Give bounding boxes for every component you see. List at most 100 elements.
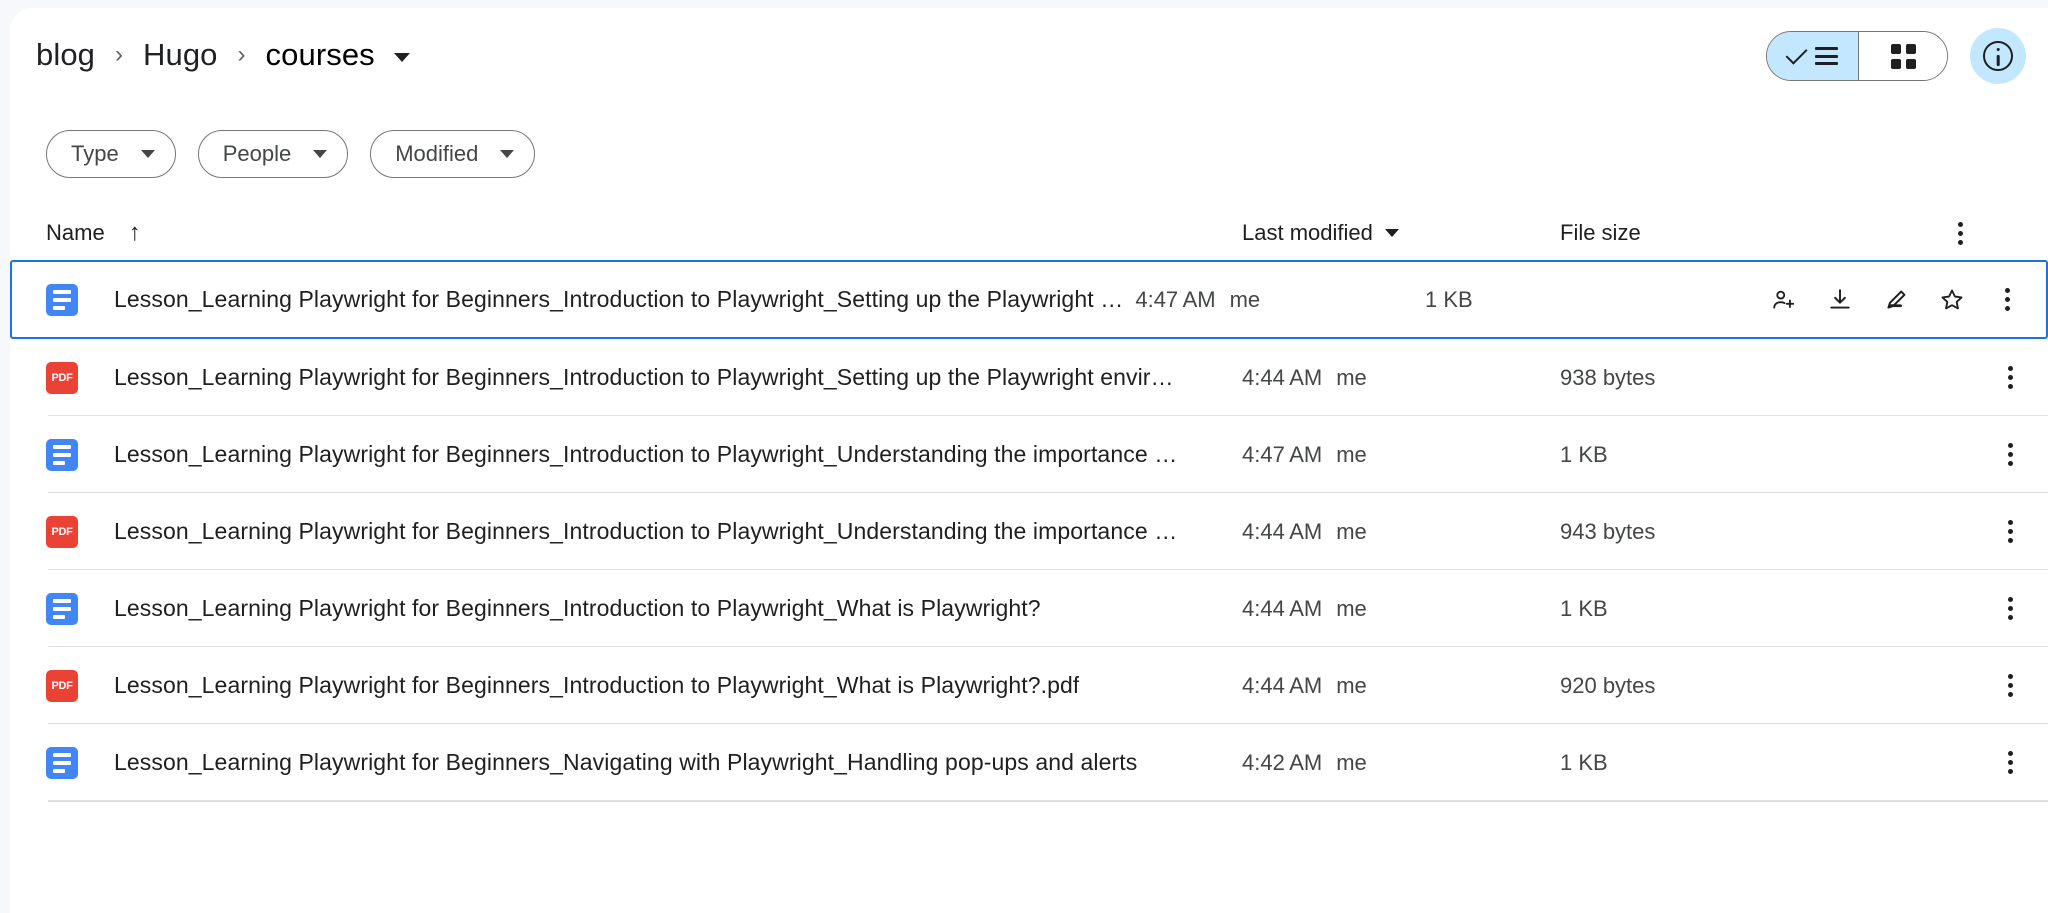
- grid-view-button[interactable]: [1859, 32, 1947, 80]
- file-name-cell[interactable]: PDF Lesson_Learning Playwright for Beginn…: [46, 515, 1242, 548]
- modified-by: me: [1229, 286, 1261, 312]
- table-row[interactable]: Lesson_Learning Playwright for Beginners…: [10, 570, 2048, 647]
- breadcrumb-item-current[interactable]: courses: [260, 35, 381, 75]
- google-docs-icon: [46, 746, 78, 779]
- table-row[interactable]: Lesson_Learning Playwright for Beginners…: [10, 416, 2048, 493]
- file-name-cell[interactable]: Lesson_Learning Playwright for Beginners…: [46, 746, 1242, 779]
- last-modified-cell: 4:47 AM me: [1135, 287, 1425, 313]
- check-icon: [1785, 42, 1808, 65]
- details-info-button[interactable]: [1970, 28, 2026, 84]
- file-size-cell: 1 KB: [1560, 595, 1608, 621]
- table-row[interactable]: PDF Lesson_Learning Playwright for Beginn…: [10, 339, 2048, 416]
- file-size-cell: 1 KB: [1424, 286, 1473, 312]
- chevron-down-icon: [500, 150, 515, 158]
- modified-by: me: [1336, 749, 1367, 775]
- google-docs-icon: [46, 438, 78, 471]
- modified-by: me: [1336, 518, 1367, 544]
- file-name-cell[interactable]: PDF Lesson_Learning Playwright for Beginn…: [46, 361, 1242, 394]
- row-menu-cell: [1930, 433, 2048, 477]
- modified-time: 4:44 AM: [1242, 518, 1323, 544]
- file-name-label: Lesson_Learning Playwright for Beginners…: [114, 672, 1080, 698]
- file-name-label: Lesson_Learning Playwright for Beginners…: [114, 518, 1178, 544]
- file-size-cell: 943 bytes: [1560, 518, 1656, 544]
- row-menu-cell: [1930, 510, 2048, 554]
- more-vertical-icon[interactable]: [1938, 211, 1982, 255]
- row-more-button[interactable]: [1986, 278, 2030, 322]
- more-vertical-icon: [1988, 356, 2032, 400]
- column-header-file-size[interactable]: File size: [1560, 220, 1930, 246]
- file-name-label: Lesson_Learning Playwright for Beginners…: [114, 286, 1136, 312]
- column-header-label: Last modified: [1242, 220, 1373, 245]
- last-modified-cell: 4:42 AM me: [1242, 750, 1560, 776]
- modified-time: 4:44 AM: [1242, 672, 1323, 698]
- file-size-cell: 938 bytes: [1560, 364, 1656, 390]
- row-share-button[interactable]: [1762, 278, 1806, 322]
- filter-chip-modified[interactable]: Modified: [370, 130, 536, 178]
- column-header-label: File size: [1560, 220, 1641, 245]
- table-row[interactable]: PDF Lesson_Learning Playwright for Beginn…: [10, 647, 2048, 724]
- row-menu-cell: [1930, 356, 2048, 400]
- column-header-name[interactable]: Name ↑: [46, 220, 1242, 246]
- table-row[interactable]: Lesson_Learning Playwright for Beginners…: [10, 724, 2048, 801]
- filter-chip-people[interactable]: People: [197, 130, 349, 178]
- filter-chip-label: People: [222, 141, 292, 166]
- modified-time: 4:47 AM: [1242, 441, 1323, 467]
- chevron-down-icon: [140, 150, 155, 158]
- row-menu-cell: [1930, 741, 2048, 785]
- table-row[interactable]: Lesson_Learning Playwright for Beginners…: [10, 260, 2048, 339]
- content-card: blog › Hugo › courses Type People Modifi…: [10, 8, 2048, 913]
- row-star-button[interactable]: [1930, 278, 1974, 322]
- file-name-label: Lesson_Learning Playwright for Beginners…: [114, 595, 1041, 621]
- row-more-button[interactable]: [1988, 587, 2032, 631]
- row-download-button[interactable]: [1818, 278, 1862, 322]
- file-name-label: Lesson_Learning Playwright for Beginners…: [114, 749, 1138, 775]
- table-row[interactable]: PDF Lesson_Learning Playwright for Beginn…: [10, 493, 2048, 570]
- modified-by: me: [1336, 364, 1367, 390]
- download-icon: [1827, 287, 1853, 313]
- file-row-list: Lesson_Learning Playwright for Beginners…: [10, 260, 2048, 802]
- modified-by: me: [1336, 672, 1367, 698]
- row-more-button[interactable]: [1988, 433, 2032, 477]
- pdf-file-icon: PDF: [46, 361, 78, 394]
- file-name-label: Lesson_Learning Playwright for Beginners…: [114, 364, 1174, 390]
- modified-by: me: [1336, 441, 1367, 467]
- row-action-bar: [1762, 278, 2046, 322]
- google-docs-icon: [46, 592, 78, 625]
- filter-chip-label: Modified: [395, 141, 479, 166]
- header-controls: [1766, 28, 2026, 84]
- breadcrumb-item-hugo[interactable]: Hugo: [137, 35, 224, 75]
- last-modified-cell: 4:44 AM me: [1242, 365, 1560, 391]
- more-vertical-icon: [1988, 664, 2032, 708]
- row-edit-button[interactable]: [1874, 278, 1918, 322]
- filter-chip-type[interactable]: Type: [46, 130, 176, 178]
- file-name-cell[interactable]: Lesson_Learning Playwright for Beginners…: [46, 438, 1242, 471]
- row-more-button[interactable]: [1988, 741, 2032, 785]
- column-header-options[interactable]: [1930, 211, 1990, 255]
- chevron-down-icon[interactable]: [393, 52, 410, 62]
- breadcrumb-item-root[interactable]: blog: [30, 35, 101, 75]
- row-more-button[interactable]: [1988, 664, 2032, 708]
- file-size-cell: 1 KB: [1560, 441, 1608, 467]
- header-bar: blog › Hugo › courses: [10, 8, 2048, 100]
- column-header-last-modified[interactable]: Last modified: [1242, 220, 1560, 246]
- more-vertical-icon: [1988, 587, 2032, 631]
- last-modified-cell: 4:47 AM me: [1242, 442, 1560, 468]
- google-docs-icon: [46, 283, 78, 316]
- row-more-button[interactable]: [1988, 356, 2032, 400]
- more-vertical-icon: [1988, 433, 2032, 477]
- last-modified-cell: 4:44 AM me: [1242, 519, 1560, 545]
- file-name-cell[interactable]: Lesson_Learning Playwright for Beginners…: [46, 592, 1242, 625]
- row-menu-cell: [1930, 664, 2048, 708]
- file-name-label: Lesson_Learning Playwright for Beginners…: [114, 441, 1178, 467]
- table-header-row: Name ↑ Last modified File size: [10, 206, 2048, 260]
- star-icon: [1939, 287, 1965, 313]
- edit-icon: [1883, 287, 1909, 313]
- file-name-cell[interactable]: PDF Lesson_Learning Playwright for Beginn…: [46, 669, 1242, 702]
- list-view-button[interactable]: [1767, 32, 1859, 80]
- column-header-label: Name: [46, 220, 105, 245]
- drive-file-browser: blog › Hugo › courses Type People Modifi…: [0, 0, 2048, 913]
- row-more-button[interactable]: [1988, 510, 2032, 554]
- file-name-cell[interactable]: Lesson_Learning Playwright for Beginners…: [46, 283, 1136, 316]
- file-size-cell: 920 bytes: [1560, 672, 1656, 698]
- pdf-file-icon: PDF: [46, 669, 78, 702]
